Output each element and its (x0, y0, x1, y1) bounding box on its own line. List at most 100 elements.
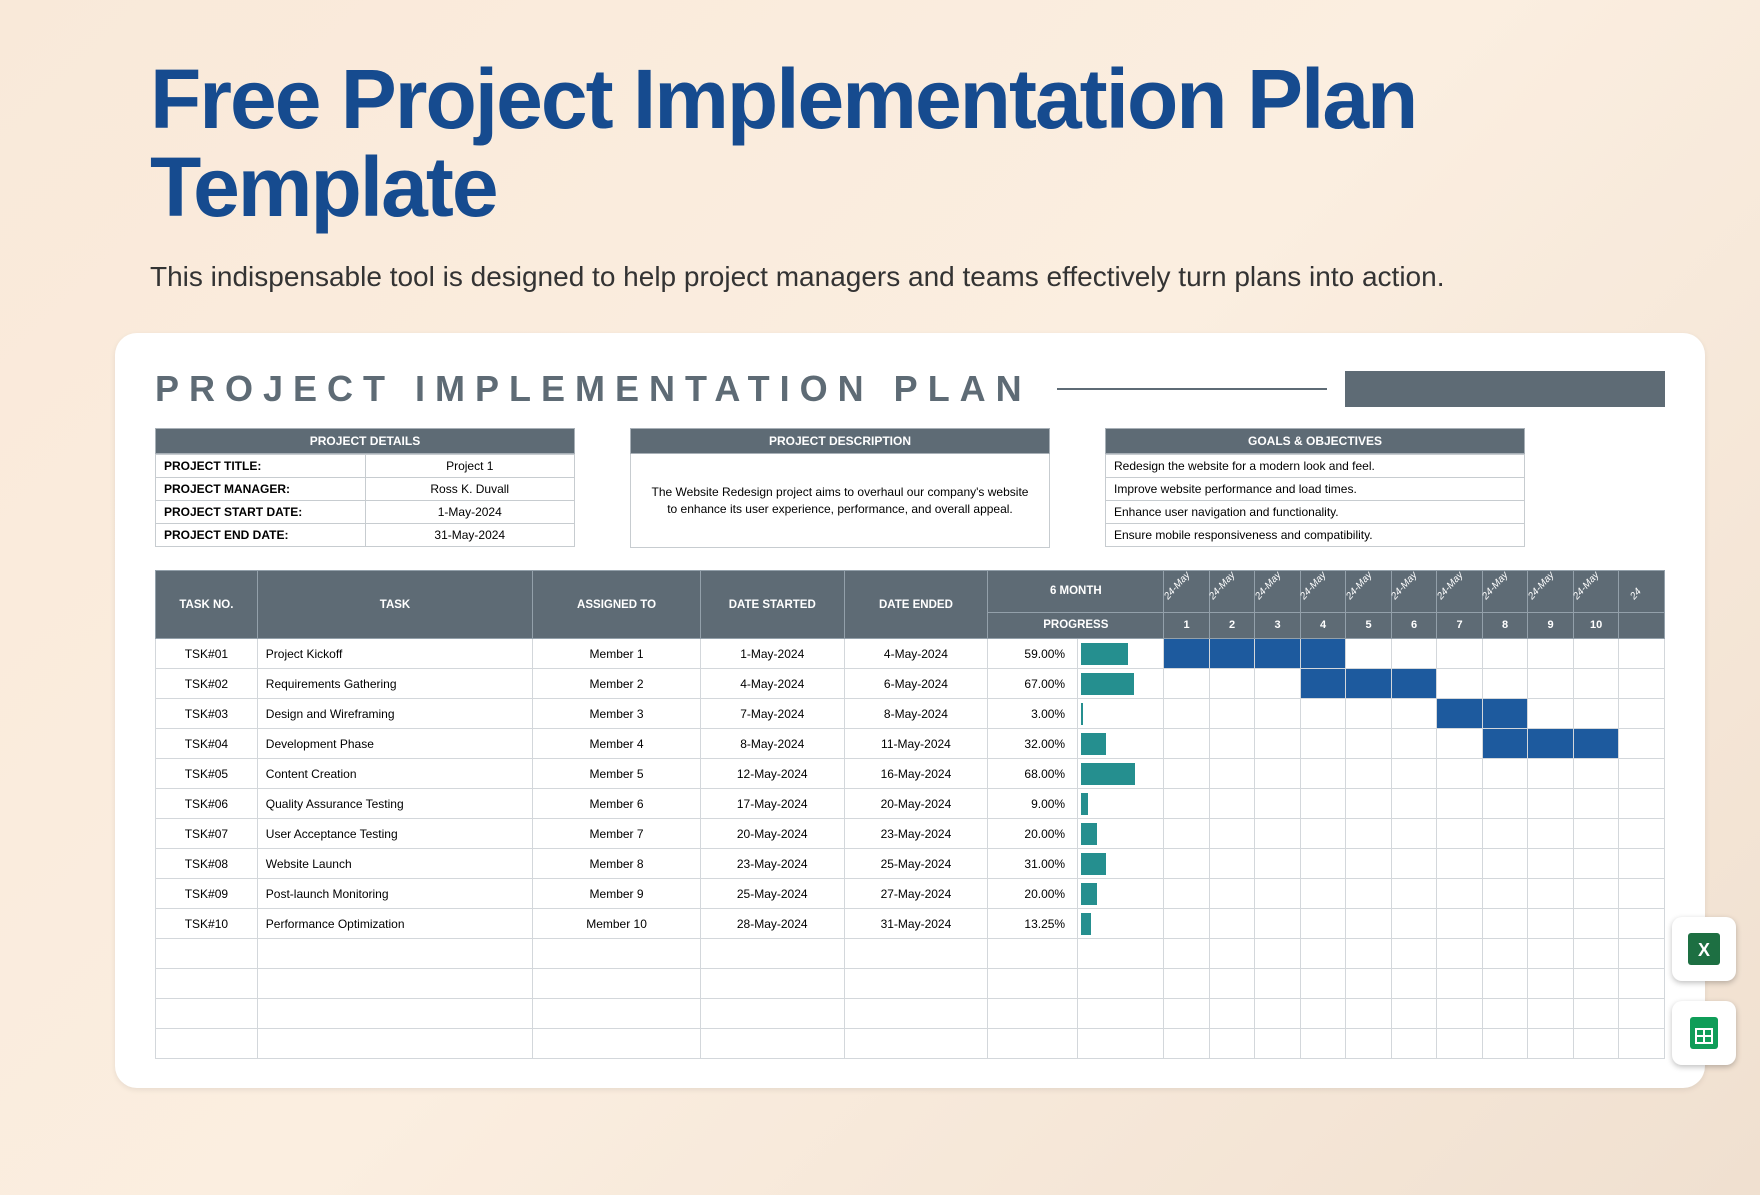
gantt-cell (1346, 639, 1392, 669)
gantt-cell (1255, 909, 1301, 939)
gantt-bar (1164, 639, 1209, 668)
day-num: 4 (1300, 612, 1346, 639)
gantt-cell (1209, 879, 1255, 909)
task-start: 12-May-2024 (700, 759, 844, 789)
task-progress-bar-cell (1078, 879, 1164, 909)
task-name: Performance Optimization (257, 909, 532, 939)
task-name: Content Creation (257, 759, 532, 789)
task-start: 20-May-2024 (700, 819, 844, 849)
gantt-cell (1482, 759, 1528, 789)
task-progress-bar-cell (1078, 669, 1164, 699)
detail-label: PROJECT START DATE: (156, 501, 366, 524)
task-name: Design and Wireframing (257, 699, 532, 729)
gantt-cell (1482, 789, 1528, 819)
task-row: TSK#06 Quality Assurance Testing Member … (156, 789, 1665, 819)
task-progress-value: 20.00% (988, 879, 1078, 909)
header-rule (1057, 388, 1327, 390)
detail-label: PROJECT END DATE: (156, 524, 366, 547)
gantt-cell (1346, 759, 1392, 789)
plan-header: PROJECT IMPLEMENTATION PLAN (155, 368, 1665, 410)
gantt-cell (1209, 639, 1255, 669)
gantt-cell (1255, 759, 1301, 789)
gantt-cell (1619, 789, 1665, 819)
day-label: 24-May (1209, 571, 1255, 612)
excel-icon[interactable]: X (1672, 917, 1736, 981)
gantt-cell (1528, 789, 1574, 819)
task-progress-value: 31.00% (988, 849, 1078, 879)
description-text: The Website Redesign project aims to ove… (630, 454, 1050, 548)
gantt-cell (1346, 909, 1392, 939)
gantt-cell (1573, 699, 1619, 729)
gantt-cell (1255, 849, 1301, 879)
day-num: 6 (1391, 612, 1437, 639)
gantt-cell (1528, 819, 1574, 849)
day-num: 8 (1482, 612, 1528, 639)
info-row: PROJECT DETAILS PROJECT TITLE:Project 1 … (155, 428, 1665, 548)
sheets-icon[interactable] (1672, 1001, 1736, 1065)
goals-header: GOALS & OBJECTIVES (1105, 428, 1525, 454)
day-label: 24-May (1300, 571, 1346, 612)
gantt-cell (1437, 699, 1483, 729)
task-progress-bar-cell (1078, 819, 1164, 849)
goal-item: Redesign the website for a modern look a… (1106, 455, 1525, 478)
gantt-cell (1391, 789, 1437, 819)
day-num: 10 (1573, 612, 1619, 639)
gantt-cell (1300, 789, 1346, 819)
task-end: 31-May-2024 (844, 909, 988, 939)
gantt-cell (1482, 669, 1528, 699)
task-assigned: Member 5 (533, 759, 701, 789)
gantt-bar (1255, 639, 1300, 668)
gantt-bar (1346, 669, 1391, 698)
tasks-table: TASK NO. TASK ASSIGNED TO DATE STARTED D… (155, 570, 1665, 1059)
task-name: Quality Assurance Testing (257, 789, 532, 819)
task-progress-value: 20.00% (988, 819, 1078, 849)
gantt-cell (1482, 699, 1528, 729)
gantt-cell (1573, 849, 1619, 879)
task-no: TSK#07 (156, 819, 258, 849)
gantt-cell (1528, 759, 1574, 789)
task-no: TSK#02 (156, 669, 258, 699)
gantt-cell (1300, 699, 1346, 729)
goal-item: Improve website performance and load tim… (1106, 478, 1525, 501)
gantt-cell (1391, 699, 1437, 729)
task-end: 23-May-2024 (844, 819, 988, 849)
task-end: 27-May-2024 (844, 879, 988, 909)
gantt-cell (1528, 669, 1574, 699)
progress-bar (1081, 883, 1097, 905)
gantt-cell (1164, 849, 1210, 879)
task-start: 7-May-2024 (700, 699, 844, 729)
gantt-cell (1164, 729, 1210, 759)
gantt-cell (1528, 639, 1574, 669)
gantt-cell (1619, 669, 1665, 699)
gantt-cell (1437, 729, 1483, 759)
gantt-bar (1210, 639, 1255, 668)
day-label: 24-May (1437, 571, 1483, 612)
gantt-cell (1619, 879, 1665, 909)
task-end: 4-May-2024 (844, 639, 988, 669)
detail-label: PROJECT TITLE: (156, 455, 366, 478)
col-ended: DATE ENDED (844, 571, 988, 639)
gantt-cell (1164, 909, 1210, 939)
detail-value: 31-May-2024 (365, 524, 575, 547)
gantt-cell (1482, 729, 1528, 759)
gantt-cell (1437, 879, 1483, 909)
day-label: 24-May (1164, 571, 1210, 612)
gantt-cell (1437, 849, 1483, 879)
gantt-cell (1209, 849, 1255, 879)
task-no: TSK#10 (156, 909, 258, 939)
gantt-cell (1437, 639, 1483, 669)
template-preview: PROJECT IMPLEMENTATION PLAN PROJECT DETA… (115, 333, 1705, 1088)
gantt-cell (1164, 669, 1210, 699)
progress-bar (1081, 673, 1134, 695)
task-assigned: Member 8 (533, 849, 701, 879)
gantt-cell (1346, 849, 1392, 879)
gantt-cell (1209, 789, 1255, 819)
task-row: TSK#10 Performance Optimization Member 1… (156, 909, 1665, 939)
gantt-cell (1255, 639, 1301, 669)
gantt-cell (1346, 729, 1392, 759)
task-row: TSK#05 Content Creation Member 5 12-May-… (156, 759, 1665, 789)
empty-row (156, 939, 1665, 969)
progress-bar (1081, 913, 1091, 935)
task-progress-bar-cell (1078, 909, 1164, 939)
task-no: TSK#09 (156, 879, 258, 909)
